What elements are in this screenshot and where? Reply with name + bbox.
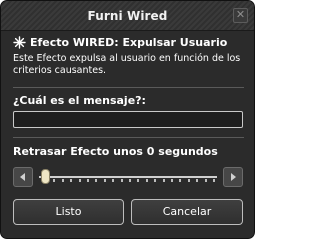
- slider-tick: [137, 179, 140, 182]
- slider-tick: [95, 179, 98, 182]
- delay-label: Retrasar Efecto unos 0 segundos: [13, 145, 218, 158]
- decrease-delay-button[interactable]: [13, 167, 33, 187]
- effect-description: Este Efecto expulsa al usuario en funció…: [13, 53, 241, 76]
- slider-tick: [103, 179, 106, 182]
- wired-dialog: Furni Wired ✕ Efecto WIRED: Expulsar Usu…: [0, 0, 255, 239]
- arrow-left-icon: [20, 173, 25, 181]
- slider-tick: [179, 179, 182, 182]
- message-label: ¿Cuál es el mensaje?:: [13, 94, 146, 107]
- message-input[interactable]: [13, 111, 243, 128]
- title-bar[interactable]: Furni Wired ✕: [1, 1, 254, 31]
- slider-tick: [171, 179, 173, 182]
- effect-title: Efecto WIRED: Expulsar Usuario: [30, 36, 228, 49]
- arrow-right-icon: [231, 173, 236, 181]
- slider-tick: [70, 179, 73, 182]
- close-icon[interactable]: ✕: [233, 8, 248, 23]
- slider-tick: [53, 179, 56, 182]
- slider-tick: [196, 179, 199, 182]
- slider-tick: [129, 179, 131, 182]
- increase-delay-button[interactable]: [223, 167, 243, 187]
- slider-tick: [187, 179, 190, 182]
- delay-slider-track[interactable]: [39, 176, 217, 178]
- star-icon: [13, 36, 26, 49]
- ok-button[interactable]: Listo: [13, 199, 124, 225]
- slider-tick: [78, 179, 81, 182]
- divider: [13, 137, 244, 138]
- slider-tick: [112, 179, 115, 182]
- slider-tick: [213, 179, 215, 182]
- slider-tick: [87, 179, 89, 182]
- slider-tick: [145, 179, 148, 182]
- cancel-button[interactable]: Cancelar: [131, 199, 243, 225]
- divider: [13, 87, 244, 88]
- slider-tick: [162, 179, 165, 182]
- slider-tick: [154, 179, 157, 182]
- slider-tick: [61, 179, 64, 182]
- slider-tick: [120, 179, 123, 182]
- slider-tick: [204, 179, 207, 182]
- delay-slider-handle[interactable]: [41, 169, 50, 184]
- window-title: Furni Wired: [87, 9, 168, 23]
